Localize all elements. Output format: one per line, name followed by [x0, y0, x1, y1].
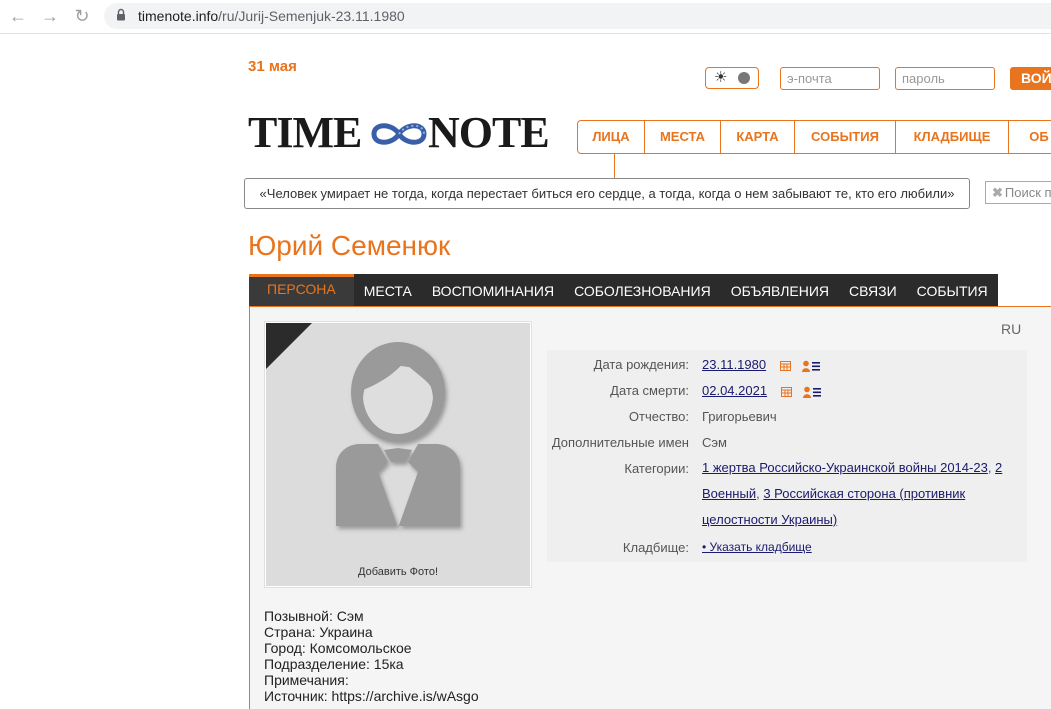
- search-input[interactable]: ✖ Поиск п: [985, 181, 1051, 204]
- death-date-link[interactable]: 02.04.2021: [702, 383, 767, 398]
- calendar-icon[interactable]: [780, 386, 792, 398]
- bio-line-country: Страна: Украина: [264, 624, 373, 640]
- tab-places[interactable]: МЕСТА: [354, 274, 422, 306]
- details-table: Дата рождения: 23.11.1980 Дата смерти: 0…: [547, 350, 1027, 562]
- search-placeholder: Поиск п: [1004, 185, 1051, 200]
- categories-value: 1 жертва Российско-Украинской войны 2014…: [702, 460, 1003, 527]
- add-photo-link[interactable]: Добавить Фото!: [266, 566, 530, 578]
- lock-icon: [117, 8, 125, 21]
- birth-label: Дата рождения:: [593, 357, 689, 372]
- cemetery-label: Кладбище:: [622, 540, 689, 555]
- reload-icon[interactable]: ↻: [72, 6, 92, 26]
- birth-value: 23.11.1980: [702, 357, 821, 372]
- category-link-1[interactable]: 1 жертва Российско-Украинской войны 2014…: [702, 460, 988, 475]
- nav-item-events[interactable]: СОБЫТИЯ: [795, 121, 896, 153]
- tab-announcements[interactable]: ОБЪЯВЛЕНИЯ: [721, 274, 839, 306]
- birth-date-link[interactable]: 23.11.1980: [702, 357, 766, 372]
- contact-card-icon[interactable]: [802, 360, 821, 372]
- category-link-3-start[interactable]: 3 Российская сторона (противник: [763, 486, 965, 501]
- nav-item-places[interactable]: МЕСТА: [645, 121, 721, 153]
- url-text[interactable]: timenote.info/ru/Jurij-Semenjuk-23.11.19…: [138, 8, 405, 24]
- category-link-2-end[interactable]: Военный: [702, 486, 756, 501]
- calendar-icon[interactable]: [779, 360, 791, 372]
- url-domain: timenote.info: [138, 8, 219, 24]
- patronymic-label: Отчество:: [628, 409, 689, 424]
- tab-relations[interactable]: СВЯЗИ: [839, 274, 907, 306]
- infinity-logo-icon: [371, 123, 427, 145]
- login-button[interactable]: ВОЙ: [1010, 67, 1051, 90]
- categories-row: Категории: 1 жертва Российско-Украинской…: [547, 460, 1027, 541]
- profile-tabs: ПЕРСОНА МЕСТА ВОСПОМИНАНИЯ СОБОЛЕЗНОВАНИ…: [249, 274, 998, 306]
- tab-person[interactable]: ПЕРСОНА: [249, 274, 354, 306]
- contact-card-icon[interactable]: [803, 386, 822, 398]
- patronymic-value: Григорьевич: [702, 409, 777, 424]
- bio-line-unit: Подразделение: 15ка: [264, 656, 404, 672]
- quote-banner: «Человек умирает не тогда, когда переста…: [244, 178, 970, 209]
- back-arrow-icon[interactable]: ←: [8, 6, 28, 26]
- bio-line-notes: Примечания:: [264, 672, 349, 688]
- bio-line-city: Город: Комсомольское: [264, 640, 412, 656]
- bio-text: Позывной: Сэм Страна: Украина Город: Ком…: [264, 608, 479, 704]
- tab-condolences[interactable]: СОБОЛЕЗНОВАНИЯ: [564, 274, 721, 306]
- current-date: 31 мая: [248, 58, 297, 75]
- logo-word-time: TIME: [248, 108, 362, 157]
- set-cemetery-link[interactable]: • Указать кладбище: [702, 540, 812, 554]
- forward-arrow-icon[interactable]: →: [40, 6, 60, 26]
- logo-word-note: NOTE: [428, 108, 550, 157]
- sun-icon: ☀: [714, 69, 728, 86]
- theme-toggle[interactable]: ☀: [705, 67, 759, 89]
- bio-line-source: Источник: https://archive.is/wAsgo: [264, 688, 479, 704]
- extra-names-value: Сэм: [702, 435, 727, 450]
- cemetery-value: • Указать кладбище: [702, 540, 812, 554]
- nav-item-about[interactable]: ОБ: [1009, 121, 1051, 153]
- mourning-ribbon-icon: [266, 323, 312, 369]
- category-link-3-end[interactable]: целостности Украины): [702, 512, 837, 527]
- password-input[interactable]: [895, 67, 995, 90]
- email-input[interactable]: [780, 67, 880, 90]
- avatar-placeholder-icon: [336, 342, 460, 528]
- main-nav: ЛИЦА МЕСТА КАРТА СОБЫТИЯ КЛАДБИЩЕ ОБ: [577, 120, 1051, 154]
- nav-item-cemetery[interactable]: КЛАДБИЩЕ: [896, 121, 1009, 153]
- url-path: /ru/Jurij-Semenjuk-23.11.1980: [218, 8, 405, 24]
- tab-events[interactable]: СОБЫТИЯ: [907, 274, 998, 306]
- death-value: 02.04.2021: [702, 383, 822, 398]
- death-label: Дата смерти:: [610, 383, 689, 398]
- extra-names-label: Дополнительные имен: [551, 435, 689, 450]
- bio-line-callsign: Позывной: Сэм: [264, 608, 364, 624]
- language-label[interactable]: RU: [1001, 321, 1021, 337]
- page-title: Юрий Семенюк: [248, 230, 451, 261]
- nav-item-faces[interactable]: ЛИЦА: [578, 121, 645, 153]
- nav-divider: [614, 154, 615, 178]
- moon-icon: [738, 72, 750, 84]
- categories-label: Категории:: [624, 461, 689, 476]
- category-link-2-start[interactable]: 2: [995, 460, 1002, 475]
- tab-memories[interactable]: ВОСПОМИНАНИЯ: [422, 274, 564, 306]
- nav-item-map[interactable]: КАРТА: [721, 121, 795, 153]
- clear-icon[interactable]: ✖: [992, 185, 1003, 200]
